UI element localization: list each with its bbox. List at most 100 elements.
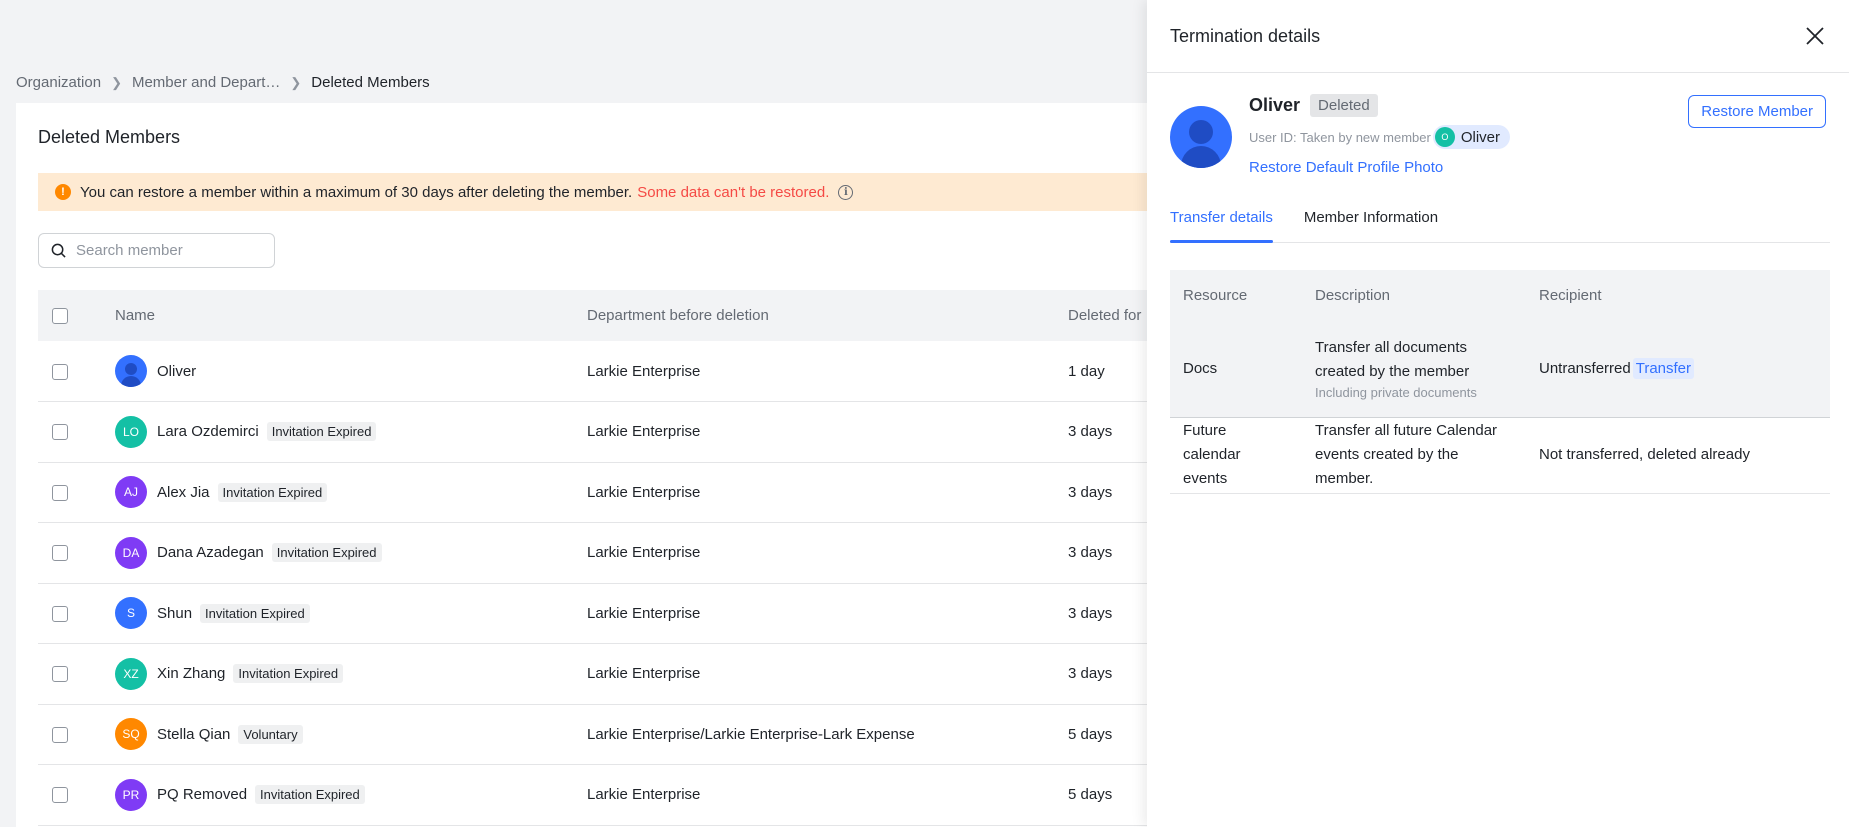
transfer-table-header: Resource Description Recipient [1170, 270, 1830, 321]
resource-description: Transfer all documents created by the me… [1315, 338, 1470, 380]
resource-name: Docs [1183, 359, 1218, 377]
status-badge: Invitation Expired [200, 603, 310, 623]
department-cell: Larkie Enterprise [587, 483, 701, 501]
main-panel: Deleted Members ! You can restore a memb… [16, 103, 1176, 827]
header-name[interactable]: Name [115, 290, 577, 341]
drawer-tabs: Transfer details Member Information [1170, 198, 1830, 243]
status-badge: Voluntary [238, 724, 303, 744]
notice-banner: ! You can restore a member within a maxi… [38, 173, 1176, 211]
select-all-checkbox[interactable] [52, 308, 68, 325]
header-recipient: Recipient [1539, 287, 1602, 304]
table-row[interactable]: XZ Xin Zhang Invitation Expired Larkie Ent… [38, 644, 1176, 704]
department-cell: Larkie Enterprise [587, 786, 701, 804]
notice-text: You can restore a member within a maximu… [80, 183, 633, 201]
department-cell: Larkie Enterprise [587, 544, 701, 562]
status-badge: Deleted [1310, 94, 1378, 117]
table-row[interactable]: LO Lara Ozdemirci Invitation Expired Larki… [38, 402, 1176, 462]
member-name: PQ Removed [157, 786, 248, 804]
tab-transfer-details[interactable]: Transfer details [1170, 198, 1273, 243]
member-name: Oliver [157, 362, 197, 380]
row-checkbox[interactable] [52, 545, 68, 562]
recipient-status: Untransferred [1539, 359, 1631, 377]
search-icon [51, 243, 66, 258]
header-resource: Resource [1183, 287, 1248, 304]
drawer-header: Termination details [1147, 0, 1849, 73]
table-row[interactable]: SQ Stella Qian Voluntary Larkie Enterprise… [38, 704, 1176, 765]
chevron-right-icon: ❯ [111, 74, 122, 90]
status-badge: Invitation Expired [271, 543, 382, 563]
avatar: LO [115, 415, 147, 448]
breadcrumb: Organization ❯ Member and Depart… ❯ Dele… [16, 74, 430, 91]
breadcrumb-current: Deleted Members [311, 74, 430, 91]
breadcrumb-organization[interactable]: Organization [16, 74, 101, 91]
department-cell: Larkie Enterprise [587, 665, 701, 683]
table-row[interactable]: DA Dana Azadegan Invitation Expired Larkie… [38, 523, 1176, 583]
transfer-link[interactable]: Transfer [1632, 357, 1695, 379]
department-cell: Larkie Enterprise/Larkie Enterprise-Lark… [587, 725, 915, 743]
status-badge: Invitation Expired [255, 785, 365, 805]
table-row: Docs Transfer all documents created by t… [1170, 321, 1830, 417]
avatar [1170, 106, 1232, 168]
notice-warning-text: Some data can't be restored. [637, 183, 830, 201]
row-checkbox[interactable] [52, 363, 68, 380]
avatar: PR [115, 778, 147, 811]
chevron-right-icon: ❯ [290, 74, 302, 90]
search-input[interactable] [76, 242, 256, 259]
tab-member-information[interactable]: Member Information [1304, 198, 1438, 242]
table-row[interactable]: PR PQ Removed Invitation Expired Larkie En… [38, 765, 1176, 825]
termination-drawer: Termination details Oliver Deleted User … [1147, 0, 1849, 827]
breadcrumb-member-dept[interactable]: Member and Depart… [132, 74, 280, 91]
member-name: Alex Jia [157, 483, 210, 501]
row-checkbox[interactable] [52, 666, 68, 683]
warning-icon: ! [55, 184, 71, 200]
table-header: Name Department before deletion Deleted … [38, 290, 1176, 341]
close-icon [1806, 27, 1824, 45]
header-dept: Department before deletion [587, 307, 769, 324]
members-table: Name Department before deletion Deleted … [38, 290, 1176, 826]
new-member-avatar: O [1434, 127, 1455, 147]
resource-name: Future calendar events [1183, 422, 1241, 487]
avatar [115, 355, 147, 387]
row-checkbox[interactable] [52, 605, 68, 622]
avatar: DA [115, 536, 147, 569]
member-name: Oliver [1249, 95, 1301, 115]
department-cell: Larkie Enterprise [587, 362, 701, 380]
department-cell: Larkie Enterprise [587, 604, 701, 622]
member-name: Lara Ozdemirci [157, 423, 259, 441]
avatar: S [115, 597, 147, 630]
resource-subtext: Including private documents [1315, 384, 1477, 400]
restore-photo-link[interactable]: Restore Default Profile Photo [1249, 159, 1510, 176]
member-name: Xin Zhang [157, 665, 226, 683]
drawer-title: Termination details [1170, 25, 1321, 46]
table-row[interactable]: AJ Alex Jia Invitation Expired Larkie Ente… [38, 462, 1176, 523]
page-title: Deleted Members [38, 127, 181, 147]
department-cell: Larkie Enterprise [587, 423, 701, 441]
status-badge: Invitation Expired [217, 482, 328, 502]
status-badge: Invitation Expired [233, 664, 344, 684]
close-button[interactable] [1803, 24, 1827, 48]
new-member-chip[interactable]: O Oliver [1432, 125, 1511, 149]
avatar: AJ [115, 476, 147, 509]
table-row[interactable]: Oliver Larkie Enterprise 1 day [38, 341, 1176, 402]
row-checkbox[interactable] [52, 726, 68, 743]
member-name: Shun [157, 604, 193, 622]
member-name: Dana Azadegan [157, 544, 264, 562]
table-row[interactable]: S Shun Invitation Expired Larkie Enterpris… [38, 583, 1176, 644]
new-member-name: Oliver [1460, 128, 1501, 146]
member-name: Stella Qian [157, 725, 231, 743]
search-box[interactable] [38, 233, 275, 268]
row-checkbox[interactable] [52, 787, 68, 804]
avatar: SQ [115, 718, 147, 751]
row-checkbox[interactable] [52, 424, 68, 441]
info-icon[interactable]: i [838, 184, 854, 200]
restore-member-button[interactable]: Restore Member [1688, 95, 1826, 128]
transfer-table: Resource Description Recipient Docs Tran… [1170, 270, 1830, 494]
resource-description: Transfer all future Calendar events crea… [1315, 422, 1498, 487]
status-badge: Invitation Expired [266, 422, 377, 442]
user-id-text: User ID: Taken by new member [1249, 129, 1431, 145]
recipient-status: Not transferred, deleted already [1539, 446, 1750, 463]
avatar: XZ [115, 657, 147, 690]
member-profile: Oliver Deleted User ID: Taken by new mem… [1170, 90, 1826, 180]
row-checkbox[interactable] [52, 484, 68, 501]
header-description: Description [1315, 287, 1391, 304]
